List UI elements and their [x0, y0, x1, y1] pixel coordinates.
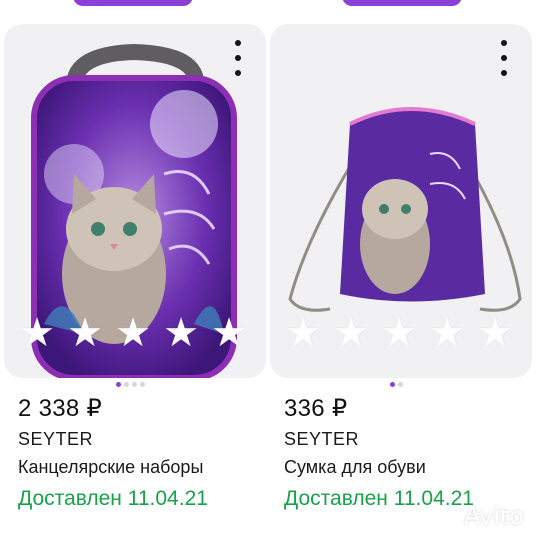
star-icon: ★ [333, 310, 369, 356]
avito-watermark: Avito [426, 500, 524, 532]
previous-card-button[interactable] [342, 0, 462, 6]
more-vertical-icon[interactable] [494, 40, 514, 76]
product-title[interactable]: Канцелярские наборы [18, 457, 203, 478]
watermark-text: Avito [464, 502, 524, 530]
star-icon: ★ [163, 310, 199, 356]
star-icon: ★ [19, 310, 55, 356]
rating-stars: ★ ★ ★ ★ ★ [284, 310, 514, 356]
product-brand: SEYTER [18, 429, 94, 449]
rating-stars: ★ ★ ★ ★ ★ [18, 310, 248, 356]
product-price: 2 338 ₽ [18, 395, 103, 422]
more-vertical-icon[interactable] [228, 40, 248, 76]
product-price: 336 ₽ [284, 395, 348, 422]
image-pagination-dots [116, 382, 145, 387]
previous-card-button[interactable] [73, 0, 193, 6]
image-pagination-dots [390, 382, 403, 387]
product-brand: SEYTER [284, 429, 360, 449]
star-icon: ★ [67, 310, 103, 356]
product-photo[interactable]: ★ ★ ★ ★ ★ [270, 24, 532, 378]
product-title[interactable]: Сумка для обуви [284, 457, 426, 478]
star-icon: ★ [285, 310, 321, 356]
star-icon: ★ [429, 310, 465, 356]
product-card[interactable]: ★ ★ ★ ★ ★ 336 ₽ SEYTER Сумка для обуви Д… [270, 24, 532, 540]
avito-logo-icon [430, 504, 455, 528]
star-icon: ★ [211, 310, 247, 356]
product-photo[interactable]: ★ ★ ★ ★ ★ [4, 24, 266, 378]
product-card[interactable]: ★ ★ ★ ★ ★ 2 338 ₽ SEYTER Канцелярские на… [4, 24, 266, 540]
star-icon: ★ [381, 310, 417, 356]
star-icon: ★ [115, 310, 151, 356]
delivery-status: Доставлен 11.04.21 [18, 487, 208, 510]
star-icon: ★ [477, 310, 513, 356]
